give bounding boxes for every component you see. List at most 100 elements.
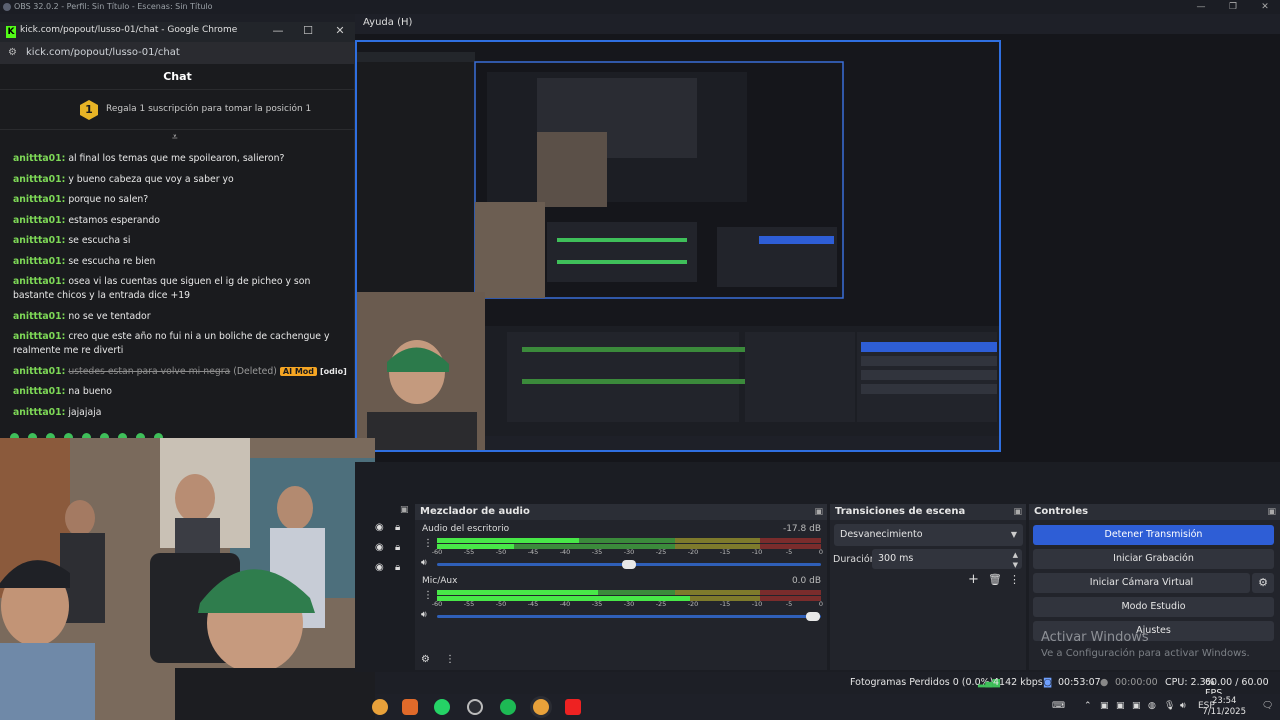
chat-maximize-icon[interactable]: ☐ bbox=[298, 24, 318, 37]
chat-address-bar[interactable]: ⚙ kick.com/popout/lusso-01/chat bbox=[0, 42, 355, 64]
stream-preview[interactable] bbox=[355, 40, 1001, 452]
chat-minimize-icon[interactable]: — bbox=[268, 24, 288, 37]
chat-username[interactable]: anittta01: bbox=[13, 366, 65, 377]
duration-input[interactable]: 300 ms ▲ ▼ bbox=[872, 549, 1022, 569]
speaker-icon[interactable]: 🔊︎ bbox=[421, 610, 427, 620]
volume-thumb[interactable] bbox=[622, 560, 636, 569]
site-info-icon[interactable]: ⚙ bbox=[8, 47, 17, 58]
mixer-title: Mezclador de audio bbox=[420, 506, 530, 517]
start-recording-button[interactable]: Iniciar Grabación bbox=[1033, 549, 1274, 569]
studio-mode-button[interactable]: Modo Estudio bbox=[1033, 597, 1274, 617]
gift-sub-promo[interactable]: 1 Regala 1 suscripción para tomar la pos… bbox=[0, 90, 355, 130]
chrome-active-icon[interactable] bbox=[533, 699, 549, 715]
status-bar: Fotogramas Perdidos 0 (0.0%) ▂▄▆ 4142 kb… bbox=[375, 672, 1280, 699]
chat-filter-icon[interactable]: ⩡ bbox=[172, 132, 178, 143]
mixer-header: Mezclador de audio ▣ bbox=[415, 504, 827, 520]
menu-help[interactable]: Ayuda (H) bbox=[363, 17, 412, 28]
chat-message: anittta01: creo que este año no fui ni a… bbox=[13, 330, 348, 358]
transitions-dock: Transiciones de escena ▣ Desvanecimiento ▼… bbox=[830, 504, 1026, 670]
chat-message: anittta01: na bueno bbox=[13, 385, 348, 399]
eye-icon[interactable]: ◉ bbox=[375, 542, 384, 553]
tray-app-icon[interactable]: ◍ bbox=[1148, 701, 1156, 711]
chat-username[interactable]: anittta01: bbox=[13, 331, 65, 342]
volume-thumb[interactable] bbox=[806, 612, 821, 621]
volume-slider[interactable] bbox=[437, 560, 821, 569]
chat-header: Chat bbox=[0, 64, 355, 90]
spotify-icon[interactable] bbox=[500, 699, 516, 715]
tray-app-icon[interactable]: ▣ bbox=[1132, 701, 1141, 711]
eye-icon[interactable]: ◉ bbox=[375, 522, 384, 533]
dock-popout-icon[interactable]: ▣ bbox=[814, 504, 823, 520]
restore-icon[interactable]: ❐ bbox=[1218, 0, 1248, 14]
lock-icon[interactable]: 🔒︎ bbox=[395, 522, 400, 533]
windows-activation-watermark: Activar Windows Ve a Configuración para … bbox=[1041, 630, 1280, 659]
eye-icon[interactable]: ◉ bbox=[375, 562, 384, 573]
youtube-icon[interactable] bbox=[565, 699, 581, 715]
mixer-menu-icon[interactable]: ⋮ bbox=[445, 654, 455, 665]
minimize-icon[interactable]: — bbox=[1186, 0, 1216, 14]
add-transition-icon[interactable]: + bbox=[968, 572, 979, 587]
sources-dock-popout-icon[interactable]: ▣ bbox=[400, 505, 409, 515]
whatsapp-icon[interactable] bbox=[434, 699, 450, 715]
app-icon[interactable] bbox=[402, 699, 418, 715]
webcam-overlay bbox=[0, 438, 375, 720]
meter-ticks: -60 -55 -50 -45 -40 -35 -30 -25 -20 -15 -10 -5 0 bbox=[432, 548, 823, 558]
level-meter bbox=[437, 590, 821, 595]
chat-message: anittta01: no se ve tentador bbox=[13, 310, 348, 324]
chevron-up-icon[interactable]: ⌃ bbox=[1084, 701, 1092, 711]
chat-username[interactable]: anittta01: bbox=[13, 235, 65, 246]
meter-tick-label: -50 bbox=[495, 548, 507, 556]
transitions-header: Transiciones de escena ▣ bbox=[830, 504, 1026, 520]
chat-username[interactable]: anittta01: bbox=[13, 407, 65, 418]
transitions-title: Transiciones de escena bbox=[835, 506, 966, 517]
tray-app-icon[interactable]: ▣ bbox=[1116, 701, 1125, 711]
chat-username[interactable]: anittta01: bbox=[13, 153, 65, 164]
lock-icon[interactable]: 🔒︎ bbox=[395, 542, 400, 553]
chat-username[interactable]: anittta01: bbox=[13, 215, 65, 226]
chat-username[interactable]: anittta01: bbox=[13, 256, 65, 267]
chat-text: se escucha re bien bbox=[68, 255, 156, 267]
chat-username[interactable]: anittta01: bbox=[13, 276, 65, 287]
notifications-icon[interactable]: 🗨︎ bbox=[1262, 701, 1273, 711]
chat-username[interactable]: anittta01: bbox=[13, 174, 65, 185]
chat-username[interactable]: anittta01: bbox=[13, 311, 65, 322]
chat-text: estamos esperando bbox=[68, 214, 160, 226]
stream-icon: ◙ bbox=[1043, 677, 1053, 688]
stop-stream-button[interactable]: Detener Transmisión bbox=[1033, 525, 1274, 545]
advanced-audio-icon[interactable]: ⚙ bbox=[421, 654, 430, 665]
transition-select[interactable]: Desvanecimiento ▼ bbox=[834, 524, 1023, 546]
obs-logo-icon bbox=[3, 3, 11, 11]
chat-username[interactable]: anittta01: bbox=[13, 194, 65, 205]
promo-text: Regala 1 suscripción para tomar la posic… bbox=[106, 104, 312, 114]
chat-message-list: anittta01: al final los temas que me spo… bbox=[13, 152, 348, 426]
chat-close-icon[interactable]: ✕ bbox=[330, 24, 350, 37]
obs-menubar: Ayuda (H) bbox=[355, 14, 1280, 34]
chat-message: anittta01: porque no salen? bbox=[13, 193, 348, 207]
transition-menu-icon[interactable]: ⋮ bbox=[1009, 573, 1020, 586]
chrome-icon[interactable] bbox=[372, 699, 388, 715]
delete-transition-icon[interactable]: 🗑︎ bbox=[988, 573, 1002, 586]
level-meter bbox=[437, 538, 821, 543]
chat-username[interactable]: anittta01: bbox=[13, 386, 65, 397]
obs-window-title: OBS 32.0.2 - Perfil: Sin Título - Escena… bbox=[14, 2, 213, 11]
dock-popout-icon[interactable]: ▣ bbox=[1267, 504, 1276, 520]
meter-tick-label: -10 bbox=[751, 600, 763, 608]
tray-app-icon[interactable]: ▣ bbox=[1100, 701, 1109, 711]
volume-icon[interactable]: 🔊︎ bbox=[1180, 701, 1186, 711]
stepper-down-icon[interactable]: ▼ bbox=[1013, 555, 1018, 575]
obs-icon[interactable] bbox=[467, 699, 483, 715]
chat-url[interactable]: kick.com/popout/lusso-01/chat bbox=[26, 47, 180, 58]
meter-tick-label: -5 bbox=[785, 548, 793, 556]
dock-popout-icon[interactable]: ▣ bbox=[1013, 504, 1022, 520]
stream-time: 00:53:07 bbox=[1058, 677, 1101, 688]
close-icon[interactable]: ✕ bbox=[1250, 0, 1280, 14]
speaker-icon[interactable]: 🔊︎ bbox=[421, 558, 427, 568]
lock-icon[interactable]: 🔒︎ bbox=[395, 562, 400, 573]
mic-icon[interactable]: 🎙︎ bbox=[1164, 701, 1175, 711]
chat-text: y bueno cabeza que voy a saber yo bbox=[68, 173, 234, 185]
clock[interactable]: 23:54 7/11/2025 bbox=[1202, 696, 1246, 718]
keyboard-icon[interactable]: ⌨ bbox=[1052, 701, 1065, 711]
volume-slider[interactable] bbox=[437, 612, 821, 621]
gear-icon[interactable]: ⚙ bbox=[1252, 573, 1274, 593]
virtual-camera-button[interactable]: Iniciar Cámara Virtual bbox=[1033, 573, 1250, 593]
